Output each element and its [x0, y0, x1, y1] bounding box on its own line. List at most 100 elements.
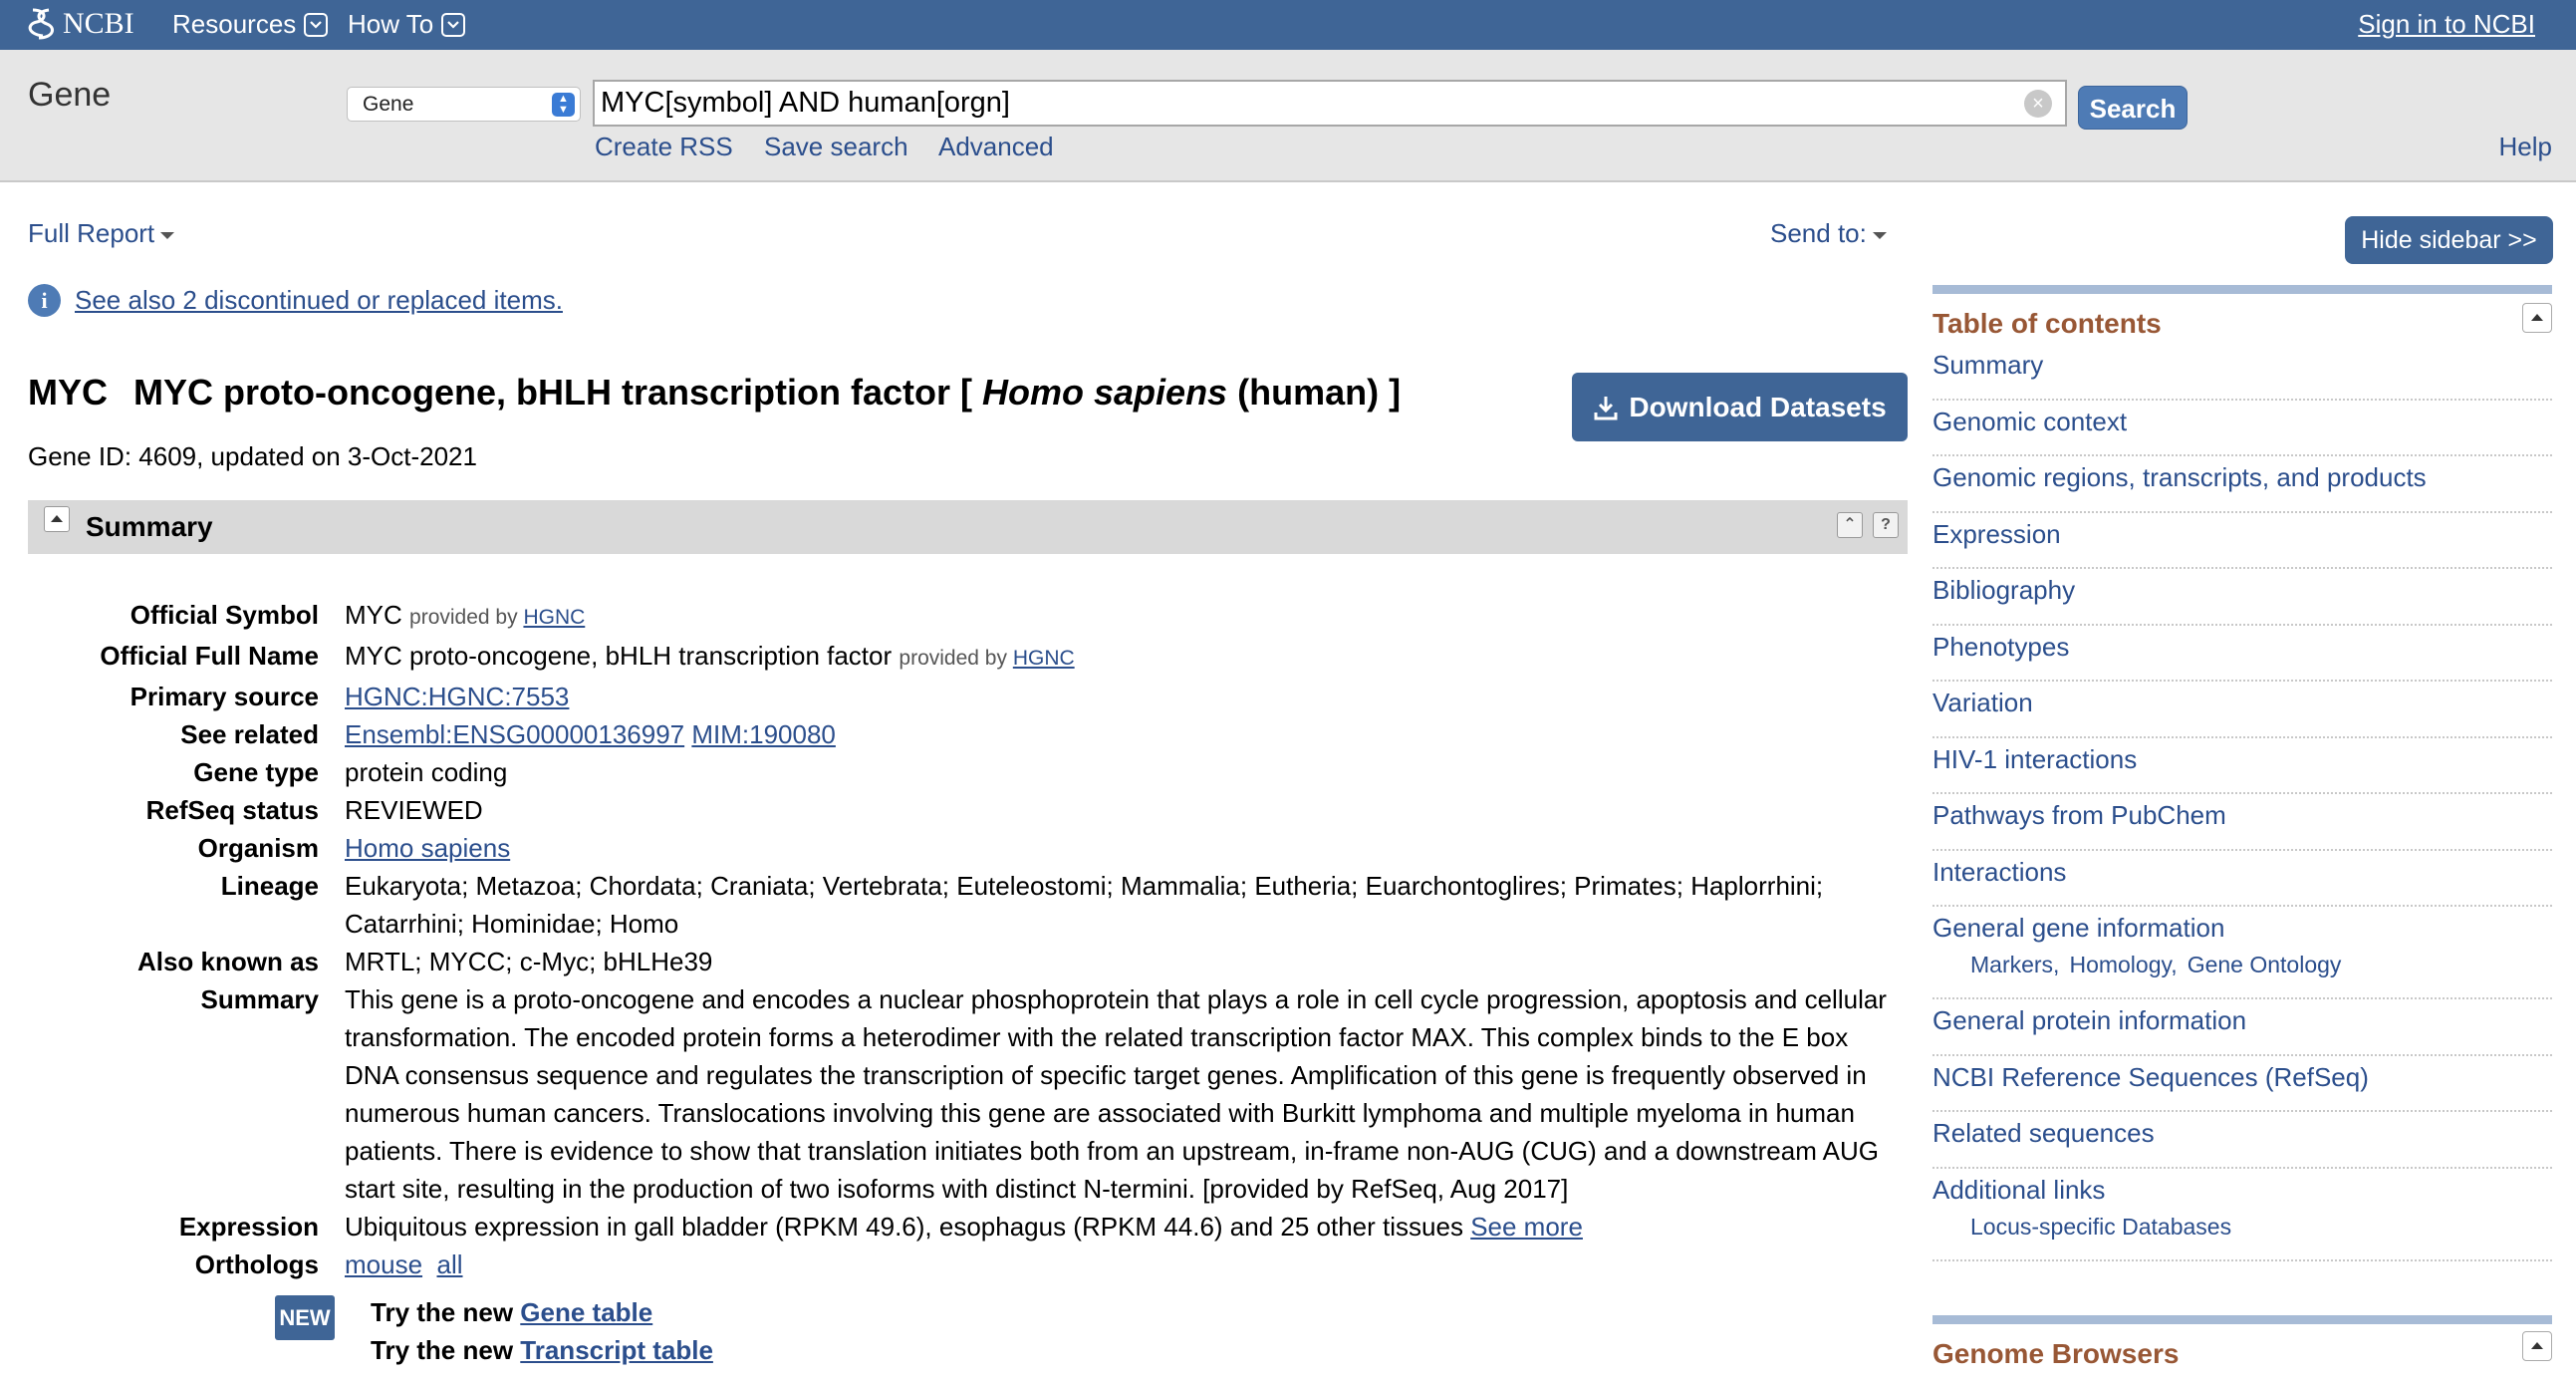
- scroll-top-icon[interactable]: ⌃: [1837, 512, 1863, 538]
- summary-label: RefSeq status: [145, 795, 319, 825]
- toc-item-additional-links: Additional links Locus-specific Database…: [1932, 1169, 2552, 1261]
- toc-item[interactable]: Summary: [1932, 344, 2552, 401]
- toc-item[interactable]: General gene information: [1932, 913, 2552, 944]
- new-badge: NEW: [275, 1295, 335, 1340]
- summary-label: Official Full Name: [100, 641, 319, 671]
- gene-type-value: protein coding: [345, 757, 508, 787]
- toc-sub-gene-ontology[interactable]: Gene Ontology: [2188, 952, 2342, 977]
- hide-sidebar-button[interactable]: Hide sidebar >>: [2345, 216, 2553, 264]
- summary-label: See related: [180, 719, 319, 749]
- mim-link[interactable]: MIM:190080: [691, 719, 836, 749]
- gene-common-name: (human) ]: [1237, 372, 1402, 413]
- toc-sub-markers[interactable]: Markers,: [1970, 952, 2059, 977]
- help-icon[interactable]: ?: [1873, 512, 1899, 538]
- summary-row-primary-source: Primary source HGNC:HGNC:7553: [28, 678, 1908, 715]
- format-menu[interactable]: Full Report: [28, 218, 175, 249]
- ncbi-logo[interactable]: NCBI: [27, 6, 134, 42]
- also-known-as-value: MRTL; MYCC; c-Myc; bHLHe39: [345, 947, 713, 976]
- toc-item[interactable]: HIV-1 interactions: [1932, 738, 2552, 794]
- see-also-notice: i See also 2 discontinued or replaced it…: [28, 284, 563, 317]
- create-rss-link[interactable]: Create RSS: [595, 132, 733, 162]
- toc-item[interactable]: Expression: [1932, 513, 2552, 569]
- gene-species: Homo sapiens: [982, 372, 1228, 413]
- toc-item[interactable]: Genomic regions, transcripts, and produc…: [1932, 456, 2552, 513]
- help-link[interactable]: Help: [2499, 132, 2552, 162]
- search-bar: Gene Gene ▲▼ × Search Create RSS Save se…: [0, 50, 2576, 182]
- chevron-down-icon: [441, 12, 466, 37]
- genome-browsers-title: Genome Browsers: [1932, 1338, 2180, 1369]
- orthologs-mouse-link[interactable]: mouse: [345, 1249, 422, 1279]
- hgnc-link[interactable]: HGNC: [1013, 647, 1075, 670]
- download-datasets-button[interactable]: Download Datasets: [1572, 373, 1908, 441]
- search-button[interactable]: Search: [2078, 86, 2188, 130]
- try-gene-table: Try the new Gene table: [371, 1297, 652, 1328]
- toc-item[interactable]: Genomic context: [1932, 401, 2552, 456]
- toc-item[interactable]: General protein information: [1932, 999, 2552, 1056]
- try-transcript-table: Try the new Transcript table: [371, 1335, 713, 1366]
- page-title: MYC MYC proto-oncogene, bHLH transcriptio…: [28, 372, 1401, 414]
- summary-section-title: Summary: [86, 511, 213, 542]
- summary-table: Official Symbol MYC provided by HGNC Off…: [28, 596, 1908, 1283]
- download-icon: [1594, 396, 1618, 419]
- summary-label: Official Symbol: [129, 600, 319, 630]
- toc-sub-homology[interactable]: Homology,: [2069, 952, 2177, 977]
- try-prefix: Try the new: [371, 1297, 514, 1327]
- sign-in-link[interactable]: Sign in to NCBI: [2358, 9, 2535, 40]
- toc-item[interactable]: NCBI Reference Sequences (RefSeq): [1932, 1056, 2552, 1112]
- provided-by-text: provided by: [409, 606, 518, 629]
- primary-source-link[interactable]: HGNC:HGNC:7553: [345, 682, 569, 711]
- send-to-menu[interactable]: Send to:: [1770, 218, 1887, 249]
- advanced-link[interactable]: Advanced: [938, 132, 1054, 162]
- organism-link[interactable]: Homo sapiens: [345, 833, 510, 863]
- toc-list: Summary Genomic context Genomic regions,…: [1932, 344, 2552, 1261]
- save-search-link[interactable]: Save search: [764, 132, 908, 162]
- summary-row-refseq-status: RefSeq status REVIEWED: [28, 791, 1908, 829]
- transcript-table-link[interactable]: Transcript table: [520, 1335, 713, 1365]
- toc-collapse-icon[interactable]: [2522, 303, 2552, 333]
- try-prefix: Try the new: [371, 1335, 514, 1365]
- summary-section-header: Summary ⌃ ?: [28, 500, 1908, 554]
- format-label: Full Report: [28, 218, 155, 248]
- provided-by-text: provided by: [899, 647, 1007, 670]
- gene-table-link[interactable]: Gene table: [520, 1297, 652, 1327]
- see-more-link[interactable]: See more: [1470, 1212, 1583, 1242]
- official-symbol-value: MYC: [345, 600, 402, 630]
- toc-item[interactable]: Interactions: [1932, 851, 2552, 907]
- toc-item[interactable]: Additional links: [1932, 1175, 2552, 1206]
- ncbi-logo-text: NCBI: [63, 7, 134, 40]
- ncbi-top-bar: NCBI Resources How To Sign in to NCBI: [0, 0, 2576, 50]
- toc-item[interactable]: Variation: [1932, 682, 2552, 738]
- resources-menu[interactable]: Resources: [172, 9, 329, 40]
- summary-label: Expression: [178, 1212, 319, 1242]
- see-also-link[interactable]: See also 2 discontinued or replaced item…: [75, 285, 563, 316]
- summary-row-organism: Organism Homo sapiens: [28, 829, 1908, 867]
- orthologs-all-link[interactable]: all: [437, 1249, 463, 1279]
- ensembl-link[interactable]: Ensembl:ENSG00000136997: [345, 719, 684, 749]
- clear-icon[interactable]: ×: [2024, 90, 2052, 118]
- summary-row-see-related: See related Ensembl:ENSG00000136997 MIM:…: [28, 715, 1908, 753]
- toc-sub-locus-specific[interactable]: Locus-specific Databases: [1970, 1214, 2552, 1241]
- refseq-status-value: REVIEWED: [345, 795, 483, 825]
- search-input[interactable]: [593, 80, 2067, 127]
- lineage-value: Eukaryota; Metazoa; Chordata; Craniata; …: [345, 871, 1824, 939]
- howto-label: How To: [348, 9, 434, 39]
- database-title: Gene: [28, 76, 112, 114]
- genome-browsers-collapse-icon[interactable]: [2522, 1331, 2552, 1361]
- summary-label: Also known as: [136, 947, 319, 976]
- toc-item[interactable]: Phenotypes: [1932, 626, 2552, 682]
- hgnc-link[interactable]: HGNC: [523, 606, 585, 629]
- collapse-toggle-icon[interactable]: [44, 506, 70, 532]
- toc-item[interactable]: Related sequences: [1932, 1112, 2552, 1169]
- summary-row-gene-type: Gene type protein coding: [28, 753, 1908, 791]
- database-select[interactable]: Gene ▲ ▼: [347, 87, 581, 122]
- toc-title: Table of contents: [1932, 308, 2162, 339]
- summary-row-official-symbol: Official Symbol MYC provided by HGNC: [28, 596, 1908, 637]
- summary-label: Primary source: [129, 682, 319, 711]
- summary-label: Lineage: [220, 871, 319, 901]
- toc-item[interactable]: Pathways from PubChem: [1932, 794, 2552, 851]
- summary-label: Summary: [200, 984, 320, 1014]
- summary-row-lineage: Lineage Eukaryota; Metazoa; Chordata; Cr…: [28, 867, 1908, 943]
- toc-item[interactable]: Bibliography: [1932, 569, 2552, 626]
- howto-menu[interactable]: How To: [348, 9, 466, 40]
- toc-item-general-gene-info: General gene information Markers, Homolog…: [1932, 907, 2552, 999]
